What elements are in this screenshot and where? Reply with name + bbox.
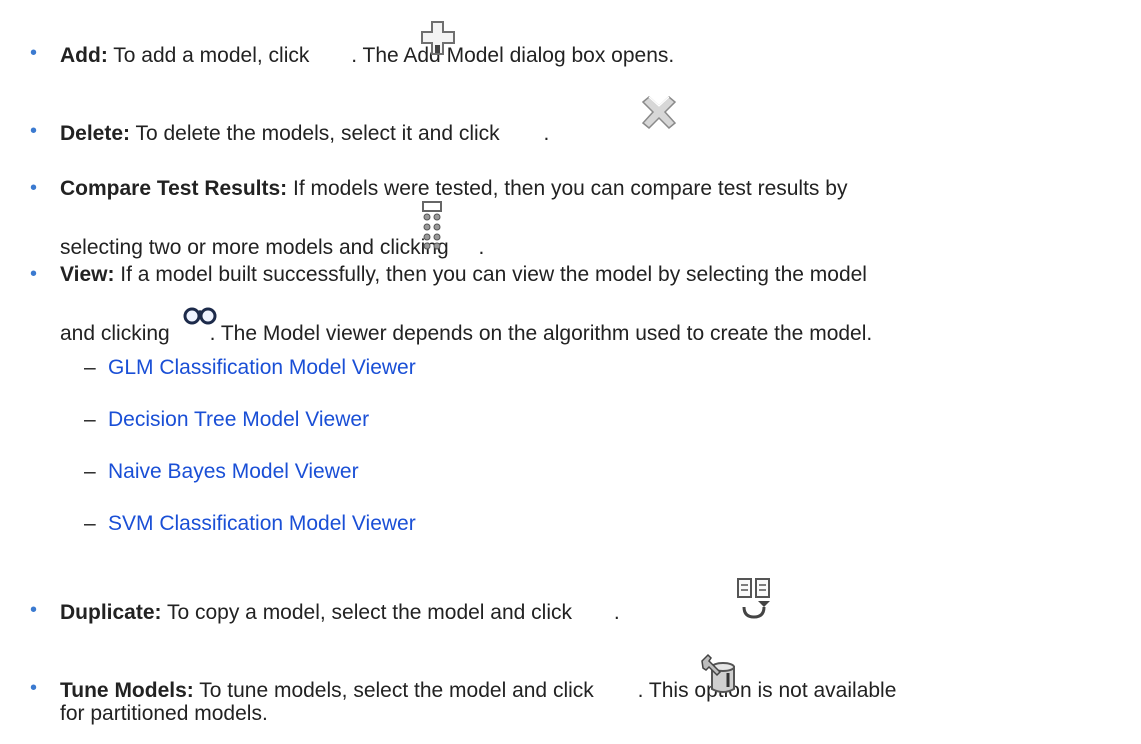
- item-term: Compare Test Results:: [60, 177, 288, 200]
- item-text: If models were tested, then you can comp…: [287, 177, 848, 200]
- icon-spacer: [506, 120, 544, 140]
- item-text: To tune models, select the model and cli…: [193, 679, 600, 702]
- list-item-tune-line2: for partitioned models.: [60, 702, 268, 726]
- list-item-duplicate: Duplicate: To copy a model, select the m…: [60, 599, 620, 625]
- icon-spacer: [315, 42, 351, 62]
- compare-results-icon[interactable]: [420, 200, 444, 250]
- link-naive-bayes-viewer[interactable]: Naive Bayes Model Viewer: [108, 460, 359, 484]
- item-text: .: [543, 122, 550, 145]
- item-text: To delete the models, select it and clic…: [130, 122, 506, 145]
- item-text: If a model built successfully, then you …: [114, 263, 867, 286]
- icon-spacer: [455, 234, 479, 254]
- dash: –: [84, 460, 96, 483]
- list-item-delete: Delete: To delete the models, select it …: [60, 120, 549, 146]
- bullet: •: [30, 263, 38, 285]
- dash: –: [84, 408, 96, 431]
- tune-wrench-icon[interactable]: [698, 653, 738, 697]
- duplicate-icon[interactable]: [736, 577, 772, 623]
- link-svm-classification-viewer[interactable]: SVM Classification Model Viewer: [108, 512, 416, 536]
- item-text: for partitioned models.: [60, 702, 268, 725]
- item-text: .: [613, 601, 620, 624]
- add-plus-icon[interactable]: [420, 20, 456, 56]
- bullet: •: [30, 599, 38, 621]
- item-term: View:: [60, 263, 115, 286]
- item-text: To add a model, click: [107, 44, 316, 67]
- dash: –: [84, 356, 96, 379]
- item-text: .: [478, 236, 485, 259]
- item-term: Delete:: [60, 122, 131, 145]
- item-text: selecting two or more models and clickin…: [60, 236, 455, 259]
- item-text: To copy a model, select the model and cl…: [161, 601, 578, 624]
- delete-x-icon[interactable]: [640, 96, 678, 130]
- icon-spacer: [600, 677, 638, 697]
- item-text: . The Add Model dialog box opens.: [351, 44, 675, 67]
- list-item-view-line2: and clicking . The Model viewer depends …: [60, 320, 872, 346]
- icon-spacer: [578, 599, 614, 619]
- list-item-tune-line1: Tune Models: To tune models, select the …: [60, 677, 896, 703]
- glasses-icon[interactable]: [183, 304, 217, 326]
- link-decision-tree-viewer[interactable]: Decision Tree Model Viewer: [108, 408, 369, 432]
- link-glm-classification-viewer[interactable]: GLM Classification Model Viewer: [108, 356, 416, 380]
- item-text: . This option is not available: [637, 679, 897, 702]
- item-term: Duplicate:: [60, 601, 162, 624]
- bullet: •: [30, 677, 38, 699]
- dash: –: [84, 512, 96, 535]
- item-text: . The Model viewer depends on the algori…: [209, 322, 873, 345]
- list-item-add: Add: To add a model, click . The Add Mod…: [60, 42, 674, 68]
- list-item-view-line1: View: If a model built successfully, the…: [60, 263, 867, 287]
- list-item-compare-line1: Compare Test Results: If models were tes…: [60, 177, 847, 201]
- bullet: •: [30, 120, 38, 142]
- item-text: and clicking: [60, 322, 176, 345]
- item-term: Tune Models:: [60, 679, 194, 702]
- item-term: Add:: [60, 44, 108, 67]
- bullet: •: [30, 177, 38, 199]
- bullet: •: [30, 42, 38, 64]
